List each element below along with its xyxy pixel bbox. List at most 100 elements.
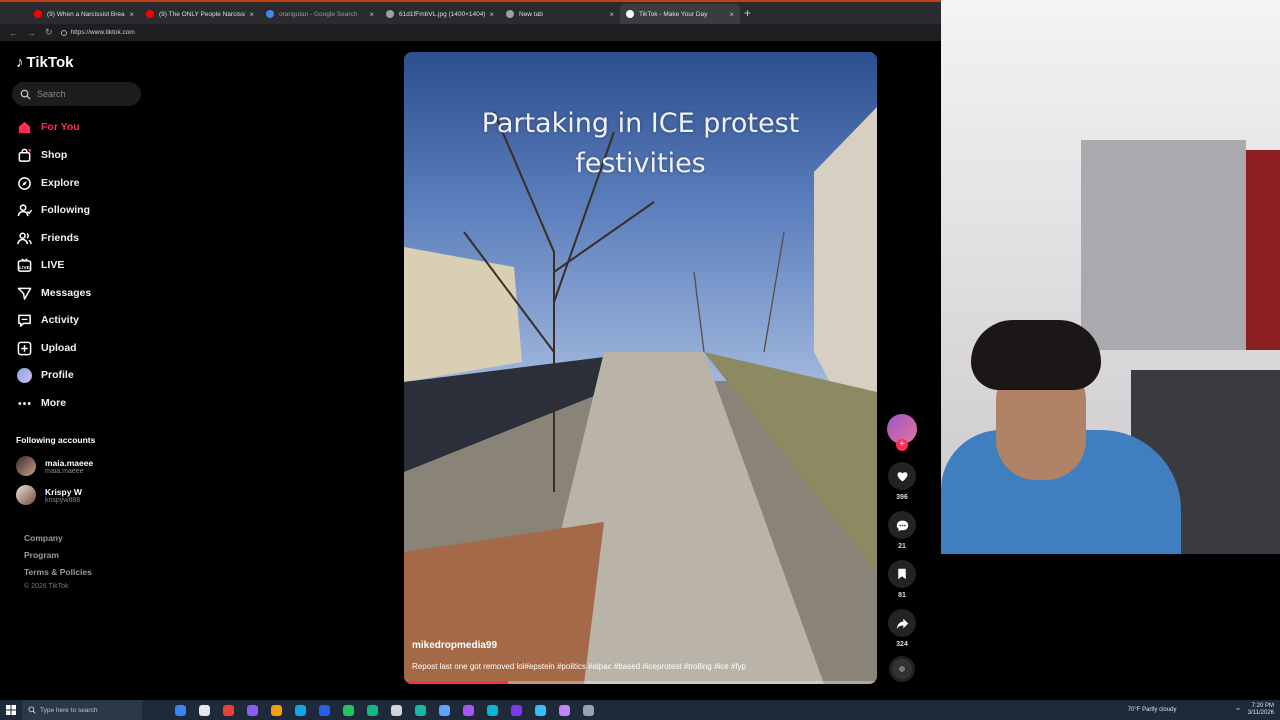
tiktok-logo[interactable]: ♪ TikTok (16, 54, 73, 71)
app-glyph-icon (390, 704, 402, 716)
tab-google-search[interactable]: orangutan - Google Search × (260, 4, 380, 24)
creator-avatar[interactable]: + (887, 414, 917, 451)
music-item[interactable] (884, 656, 920, 682)
comment-item[interactable]: 21 (884, 511, 920, 550)
close-icon[interactable]: × (609, 10, 614, 19)
clock-date: 3/11/2026 (1247, 710, 1274, 716)
nav-friends[interactable]: Friends (16, 230, 79, 246)
taskbar-app-icon[interactable] (504, 700, 528, 720)
tab-youtube-2[interactable]: (9) The ONLY People Narcissists Stay Wit… (140, 4, 260, 24)
back-icon[interactable]: ← (9, 28, 18, 38)
comment-button[interactable] (888, 511, 916, 539)
nav-profile[interactable]: Profile (16, 367, 74, 383)
taskbar-app-icon[interactable] (480, 700, 504, 720)
taskbar-app-icon[interactable] (312, 700, 336, 720)
image-icon (386, 10, 394, 18)
search-bar[interactable] (12, 82, 141, 106)
taskbar-app-icon[interactable] (528, 700, 552, 720)
taskbar-app-icon[interactable] (384, 700, 408, 720)
following-account[interactable]: Krispy W krispyw888 (16, 485, 82, 505)
site-info-icon[interactable] (60, 29, 67, 36)
like-item[interactable]: 396 (884, 462, 920, 501)
close-icon[interactable]: × (369, 10, 374, 19)
like-button[interactable] (888, 462, 916, 490)
search-input[interactable] (37, 89, 137, 99)
upload-icon (16, 340, 32, 356)
like-count: 396 (896, 494, 908, 501)
account-name: Krispy W (45, 486, 82, 497)
creator-avatar-item[interactable]: + (884, 414, 920, 451)
more-icon (16, 395, 32, 411)
taskbar-app-icon[interactable] (408, 700, 432, 720)
close-icon[interactable]: × (729, 10, 734, 19)
nav-explore[interactable]: Explore (16, 175, 80, 191)
follow-plus-icon[interactable]: + (896, 439, 908, 451)
taskbar-app-icon[interactable] (192, 700, 216, 720)
footer-link-terms[interactable]: Terms & Policies (24, 567, 92, 577)
svg-text:LIVE: LIVE (19, 264, 29, 269)
windows-start-icon[interactable] (0, 700, 22, 720)
app-glyph-icon (414, 704, 426, 716)
account-handle: krispyw888 (45, 496, 81, 504)
taskbar-app-icon[interactable] (168, 700, 192, 720)
taskbar-app-icon[interactable] (360, 700, 384, 720)
nav-messages[interactable]: Messages (16, 285, 91, 301)
taskbar-app-icon[interactable] (432, 700, 456, 720)
nav-following[interactable]: Following (16, 202, 90, 218)
music-disc-icon[interactable] (889, 656, 915, 682)
tab-image[interactable]: 61d1fFmbVL.jpg (1400×1404) × (380, 4, 500, 24)
nav-activity[interactable]: Activity (16, 312, 79, 328)
taskbar-search[interactable] (22, 700, 142, 720)
taskbar-app-icon[interactable] (264, 700, 288, 720)
forward-icon[interactable]: → (27, 28, 36, 38)
webcam-person-hair (971, 320, 1101, 390)
taskbar-app-icon[interactable] (288, 700, 312, 720)
url-field[interactable]: https://www.tiktok.com (60, 29, 135, 36)
footer-link-program[interactable]: Program (24, 550, 59, 560)
video-author[interactable]: mikedropmedia99 (412, 640, 497, 651)
nav-label: Friends (41, 232, 79, 244)
taskbar-app-icon[interactable] (336, 700, 360, 720)
reload-icon[interactable]: ↻ (45, 27, 53, 38)
copyright: © 2026 TikTok (24, 583, 69, 590)
close-icon[interactable]: × (129, 10, 134, 19)
bookmark-icon (898, 568, 906, 580)
tab-new[interactable]: New tab × (500, 4, 620, 24)
nav-label: Messages (41, 287, 92, 299)
app-glyph-icon (198, 704, 210, 716)
taskbar: 70°F Partly cloudy ≈ 7:20 PM 3/11/2026 (0, 700, 1280, 720)
taskbar-app-icon[interactable] (216, 700, 240, 720)
taskbar-app-icon[interactable] (576, 700, 600, 720)
close-icon[interactable]: × (249, 10, 254, 19)
clock[interactable]: 7:20 PM 3/11/2026 (1248, 703, 1274, 717)
network-icon[interactable]: ≈ (1236, 707, 1239, 713)
tab-tiktok[interactable]: TikTok - Make Your Day × (620, 4, 740, 24)
nav-upload[interactable]: Upload (16, 340, 77, 356)
taskbar-app-icon[interactable] (552, 700, 576, 720)
nav-more[interactable]: More (16, 395, 66, 411)
tab-youtube-1[interactable]: (9) When a Narcissist Breaks the Silence… (28, 4, 140, 24)
taskbar-search-input[interactable] (40, 706, 130, 714)
video-player[interactable]: Partaking in ICE protest festivities mik… (404, 52, 877, 684)
save-button[interactable] (888, 560, 916, 588)
app-glyph-icon (582, 704, 594, 716)
nav-shop[interactable]: Shop (16, 147, 67, 163)
tiktok-icon (626, 10, 634, 18)
browser-window: (9) When a Narcissist Breaks the Silence… (0, 0, 941, 700)
nav-live[interactable]: LIVE LIVE (16, 257, 64, 273)
taskbar-app-icon[interactable] (240, 700, 264, 720)
share-button[interactable] (888, 609, 916, 637)
taskbar-app-icon[interactable] (456, 700, 480, 720)
close-icon[interactable]: × (489, 10, 494, 19)
save-item[interactable]: 81 (884, 560, 920, 599)
share-item[interactable]: 324 (884, 609, 920, 648)
tab-title: 61d1fFmbVL.jpg (1400×1404) (399, 10, 486, 18)
nav-for-you[interactable]: For You (16, 119, 80, 135)
youtube-icon (146, 10, 154, 18)
following-account[interactable]: maia.maeee maia.maeee (16, 456, 93, 476)
footer-link-company[interactable]: Company (24, 533, 63, 543)
new-tab-button[interactable]: + (744, 6, 751, 20)
weather-widget[interactable]: 70°F Partly cloudy (1128, 707, 1177, 713)
tab-title: TikTok - Make Your Day (639, 10, 708, 18)
video-progress-bar[interactable] (404, 681, 877, 684)
